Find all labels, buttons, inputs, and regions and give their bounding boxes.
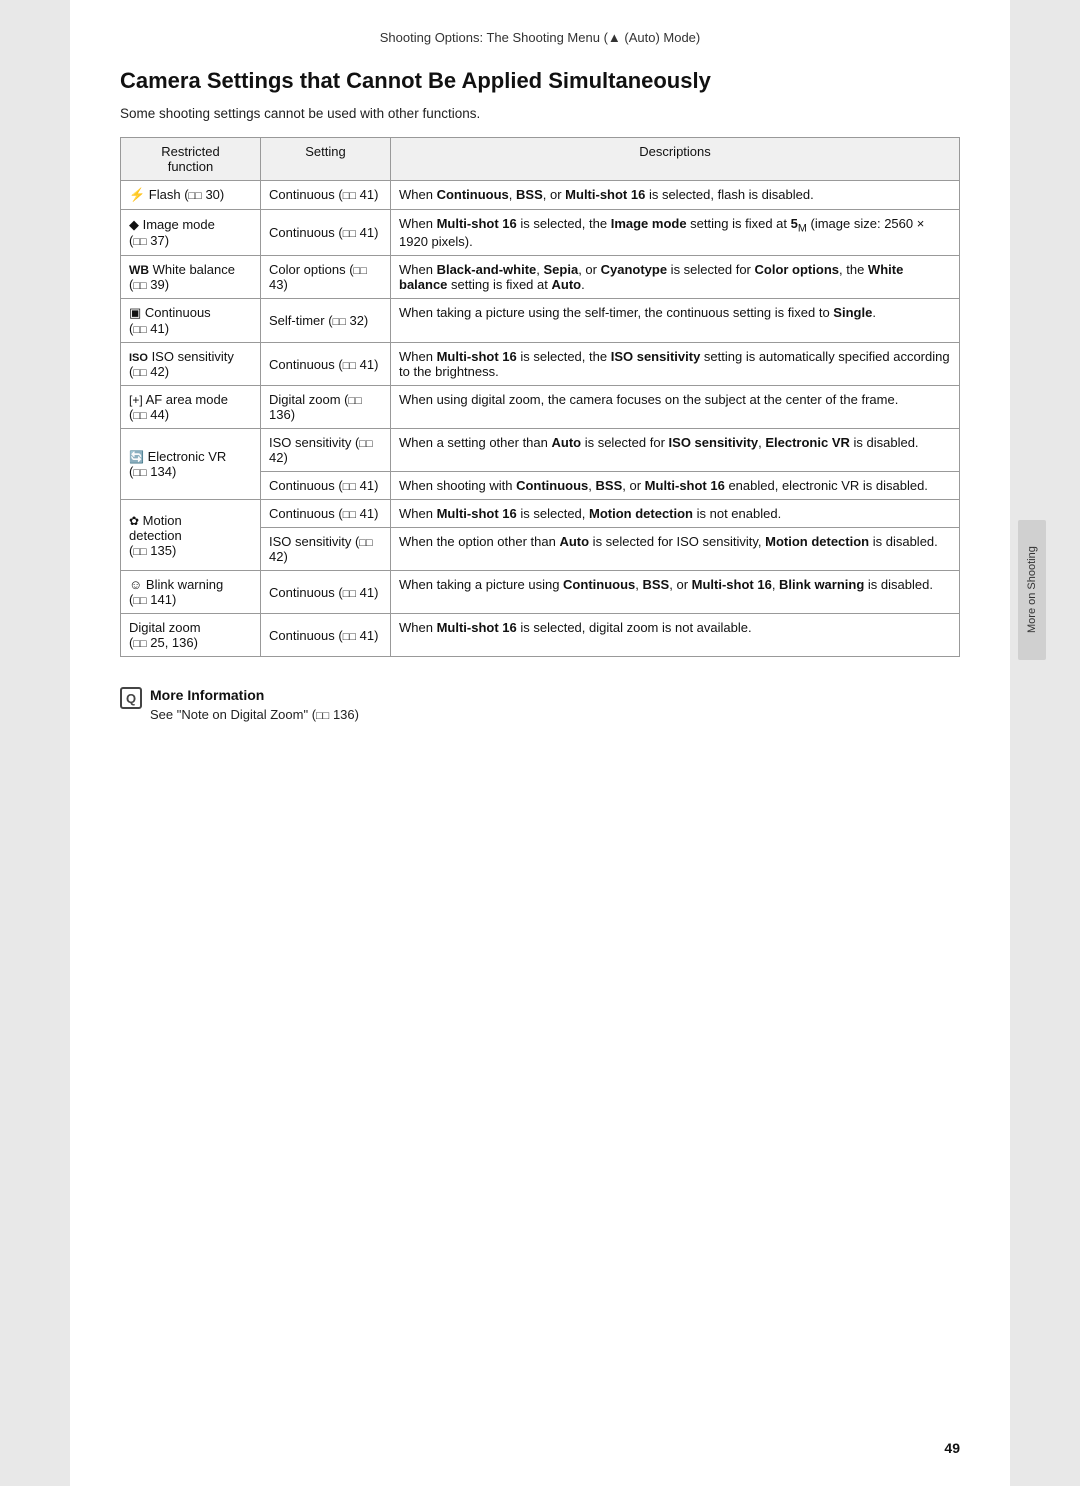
more-info-icon-symbol: Q [126, 691, 136, 706]
table-row: ▣ Continuous(□□ 41) Self-timer (□□ 32) W… [121, 299, 960, 343]
setting-blink: Continuous (□□ 41) [261, 571, 391, 614]
blink-icon: ☺ [129, 577, 142, 592]
top-header-text: Shooting Options: The Shooting Menu (▲ (… [380, 30, 700, 45]
side-tab-label: More on Shooting [1026, 547, 1038, 634]
setting-motion-1: Continuous (□□ 41) [261, 500, 391, 528]
subtitle: Some shooting settings cannot be used wi… [120, 106, 960, 121]
page-title-text: Camera Settings that Cannot Be Applied S… [120, 68, 711, 93]
restricted-blink: ☺ Blink warning(□□ 141) [121, 571, 261, 614]
setting-flash: Continuous (□□ 41) [261, 180, 391, 209]
settings-table: Restrictedfunction Setting Descriptions … [120, 137, 960, 658]
flash-icon: ⚡ [129, 187, 145, 202]
setting-evr-1: ISO sensitivity (□□ 42) [261, 429, 391, 472]
desc-motion-2: When the option other than Auto is selec… [391, 528, 960, 571]
setting-af: Digital zoom (□□ 136) [261, 386, 391, 429]
setting-digital-zoom: Continuous (□□ 41) [261, 614, 391, 657]
restricted-wb: WB White balance(□□ 39) [121, 256, 261, 299]
restricted-af: [+] AF area mode(□□ 44) [121, 386, 261, 429]
restricted-evr: 🔄 Electronic VR(□□ 134) [121, 429, 261, 500]
desc-evr-2: When shooting with Continuous, BSS, or M… [391, 472, 960, 500]
side-tab: More on Shooting [1018, 520, 1046, 660]
page-title: Camera Settings that Cannot Be Applied S… [120, 67, 960, 96]
top-header: Shooting Options: The Shooting Menu (▲ (… [120, 30, 960, 49]
desc-af: When using digital zoom, the camera focu… [391, 386, 960, 429]
page-number: 49 [944, 1440, 960, 1456]
more-info-icon: Q [120, 687, 142, 709]
desc-motion-1: When Multi-shot 16 is selected, Motion d… [391, 500, 960, 528]
table-row: WB White balance(□□ 39) Color options (□… [121, 256, 960, 299]
table-row: Digital zoom(□□ 25, 136) Continuous (□□ … [121, 614, 960, 657]
table-row: ISO ISO sensitivity(□□ 42) Continuous (□… [121, 343, 960, 386]
setting-continuous: Self-timer (□□ 32) [261, 299, 391, 343]
page: More on Shooting Shooting Options: The S… [70, 0, 1010, 1486]
setting-motion-2: ISO sensitivity (□□ 42) [261, 528, 391, 571]
col-header-setting: Setting [261, 137, 391, 180]
desc-continuous: When taking a picture using the self-tim… [391, 299, 960, 343]
restricted-digital-zoom: Digital zoom(□□ 25, 136) [121, 614, 261, 657]
image-mode-icon: ◆ [129, 217, 139, 232]
setting-image-mode: Continuous (□□ 41) [261, 209, 391, 256]
more-information-section: Q More Information See "Note on Digital … [120, 687, 960, 722]
wb-icon: WB [129, 263, 149, 277]
desc-blink: When taking a picture using Continuous, … [391, 571, 960, 614]
col-header-restricted: Restrictedfunction [121, 137, 261, 180]
continuous-icon: ▣ [129, 305, 141, 320]
setting-iso: Continuous (□□ 41) [261, 343, 391, 386]
subtitle-text: Some shooting settings cannot be used wi… [120, 106, 480, 121]
af-icon: [+] [129, 393, 143, 407]
col-header-desc: Descriptions [391, 137, 960, 180]
desc-iso: When Multi-shot 16 is selected, the ISO … [391, 343, 960, 386]
motion-icon: ✿ [129, 514, 139, 528]
more-info-content: More Information See "Note on Digital Zo… [150, 687, 359, 722]
restricted-iso: ISO ISO sensitivity(□□ 42) [121, 343, 261, 386]
table-row: ◆ Image mode(□□ 37) Continuous (□□ 41) W… [121, 209, 960, 256]
restricted-image-mode: ◆ Image mode(□□ 37) [121, 209, 261, 256]
desc-image-mode: When Multi-shot 16 is selected, the Imag… [391, 209, 960, 256]
desc-flash: When Continuous, BSS, or Multi-shot 16 i… [391, 180, 960, 209]
table-row: ☺ Blink warning(□□ 141) Continuous (□□ 4… [121, 571, 960, 614]
table-row: [+] AF area mode(□□ 44) Digital zoom (□□… [121, 386, 960, 429]
iso-icon: ISO [129, 352, 148, 364]
restricted-continuous: ▣ Continuous(□□ 41) [121, 299, 261, 343]
more-info-title: More Information [150, 687, 359, 703]
desc-evr-1: When a setting other than Auto is select… [391, 429, 960, 472]
evr-icon: 🔄 [129, 450, 144, 464]
desc-digital-zoom: When Multi-shot 16 is selected, digital … [391, 614, 960, 657]
more-info-text: See "Note on Digital Zoom" (□□ 136) [150, 707, 359, 722]
table-row: ⚡ Flash (□□ 30) Continuous (□□ 41) When … [121, 180, 960, 209]
table-row: ✿ Motiondetection(□□ 135) Continuous (□□… [121, 500, 960, 528]
restricted-motion: ✿ Motiondetection(□□ 135) [121, 500, 261, 571]
restricted-flash: ⚡ Flash (□□ 30) [121, 180, 261, 209]
desc-wb: When Black-and-white, Sepia, or Cyanotyp… [391, 256, 960, 299]
table-row: 🔄 Electronic VR(□□ 134) ISO sensitivity … [121, 429, 960, 472]
setting-wb: Color options (□□ 43) [261, 256, 391, 299]
setting-evr-2: Continuous (□□ 41) [261, 472, 391, 500]
